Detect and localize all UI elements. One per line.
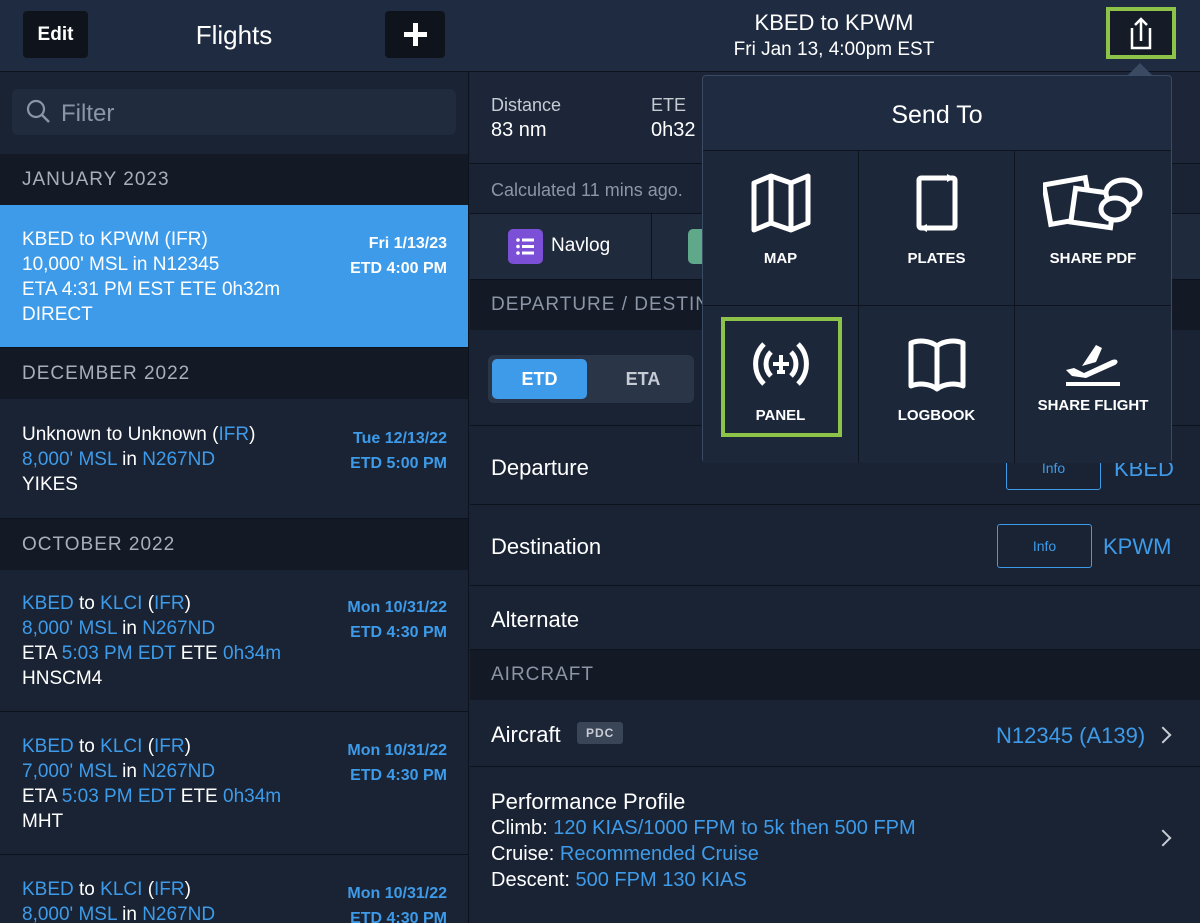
distance-label: Distance [491,95,562,115]
share-button[interactable] [1106,7,1176,59]
navlog-icon[interactable] [508,229,543,264]
chevron-right-icon [1154,829,1172,847]
aircraft-label: Aircraft [491,722,561,747]
performance-title: Performance Profile [491,789,686,814]
logbook-label: LOGBOOK [897,407,976,424]
performance-profile-row[interactable]: Performance Profile Climb: 120 KIAS/1000… [470,767,1200,923]
destination-airport[interactable]: KPWM [1103,534,1171,560]
distance-value: 83 nm [491,119,547,141]
share-flight-label: SHARE FLIGHT [1037,397,1149,414]
departure-label: Departure [491,455,589,480]
filter-input[interactable]: Filter [12,89,456,135]
section-aircraft: AIRCRAFT [470,650,1200,700]
aircraft-row[interactable]: Aircraft PDC N12345 (A139) [470,700,1200,767]
send-to-share-flight[interactable]: SHARE FLIGHT [1015,305,1171,463]
ete-label: ETE [651,95,687,115]
etd-eta-segmented-control: ETD ETA [488,355,694,403]
section-header-october-2022: OCTOBER 2022 [0,519,468,570]
flight-list-item[interactable]: Unknown to Unknown (IFR) 8,000' MSL in N… [0,399,468,519]
add-flight-button[interactable] [385,11,445,58]
section-header-december-2022: DECEMBER 2022 [0,348,468,399]
aircraft-value[interactable]: N12345 (A139) [996,723,1145,749]
plates-icon [916,174,957,232]
send-to-map[interactable]: MAP [703,150,859,305]
route-title: KBED to KPWM [754,10,914,35]
calculated-status: Calculated 11 mins ago. [491,180,683,200]
flight-list-item[interactable]: KBED to KLCI (IFR) 8,000' MSL in N267ND … [0,855,468,923]
departure-plane-icon [1066,345,1120,386]
destination-row[interactable]: Destination Info KPWM [470,505,1200,586]
flight-list-item[interactable]: KBED to KLCI (IFR) 7,000' MSL in N267ND … [0,712,468,855]
alternate-label: Alternate [491,607,580,632]
section-header-january-2023: JANUARY 2023 [0,154,468,205]
edit-button[interactable]: Edit [23,11,88,58]
panel-icon [752,342,809,386]
navlog-tab[interactable]: Navlog [551,235,610,257]
flights-title: Flights [195,20,273,50]
filter-bar: Filter [0,72,468,154]
plates-label: PLATES [907,250,966,267]
share-pdf-label: SHARE PDF [1049,250,1137,267]
eta-tab[interactable]: ETA [598,359,688,399]
climb-line: Climb: 120 KIAS/1000 FPM to 5k then 500 … [491,817,916,839]
send-to-plates[interactable]: PLATES [859,150,1015,305]
logbook-icon [908,338,965,392]
flights-list-panel: Filter JANUARY 2023 KBED to KPWM (IFR) 1… [0,72,469,923]
cruise-line: Cruise: Recommended Cruise [491,843,759,865]
send-to-panel[interactable]: PANEL [703,305,859,463]
search-icon [26,99,50,123]
destination-info-button[interactable]: Info [997,524,1092,568]
flight-list-item[interactable]: KBED to KLCI (IFR) 8,000' MSL in N267ND … [0,569,468,712]
panel-label: PANEL [755,407,806,424]
descent-line: Descent: 500 FPM 130 KIAS [491,869,747,891]
alternate-row[interactable]: Alternate [470,586,1200,650]
destination-label: Destination [491,534,602,559]
share-pdf-icon [1043,174,1143,231]
flight-list-item[interactable]: KBED to KPWM (IFR) 10,000' MSL in N12345… [0,205,468,348]
ete-value: 0h32 [651,119,696,141]
popover-title: Send To [891,101,983,129]
share-icon [1130,17,1152,50]
etd-tab[interactable]: ETD [492,359,587,399]
pdc-badge: PDC [577,722,624,744]
weather-icon[interactable] [688,229,702,264]
route-datetime: Fri Jan 13, 4:00pm EST [733,39,935,60]
top-bar: Edit Flights KBED to KPWM Fri Jan 13, 4:… [0,0,1200,72]
map-label: MAP [763,250,798,267]
chevron-right-icon [1154,726,1172,744]
filter-placeholder: Filter [61,100,115,127]
tab-divider [651,214,652,280]
send-to-popover: Send To MAP PLATES SHARE PDF PANEL LOGBO… [702,75,1172,463]
send-to-share-pdf[interactable]: SHARE PDF [1015,150,1171,305]
map-icon [751,173,810,233]
send-to-logbook[interactable]: LOGBOOK [859,305,1015,463]
